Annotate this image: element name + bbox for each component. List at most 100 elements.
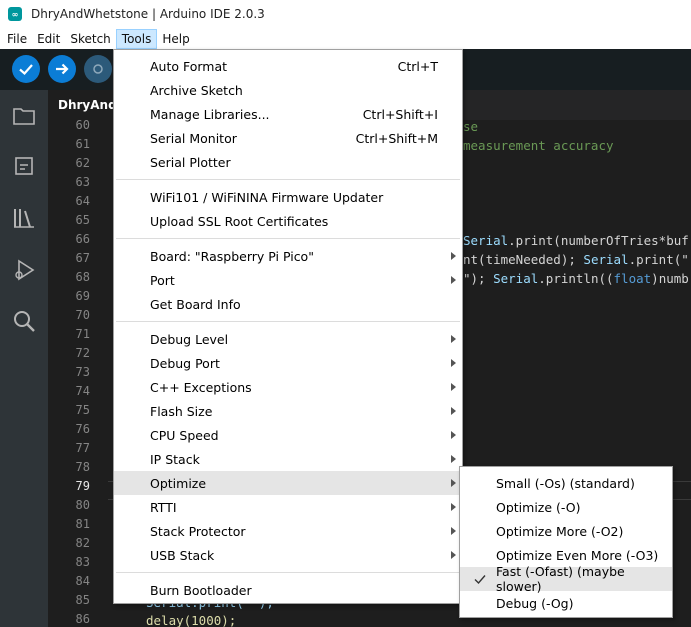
menu-item-label: Optimize More (-O2) bbox=[496, 523, 624, 539]
line-number-gutter: 60 61 62 63 64 65 66 67 68 69 70 71 72 73 74 75 76 77 78 79… bbox=[48, 118, 108, 627]
menu-separator bbox=[116, 572, 460, 573]
menu-file[interactable]: File bbox=[2, 29, 32, 49]
menu-item-label: CPU Speed bbox=[150, 427, 219, 443]
menu-item-auto-format[interactable]: Auto Format Ctrl+T bbox=[114, 54, 462, 78]
submenu-arrow-icon bbox=[451, 252, 456, 260]
debug-panel-icon[interactable] bbox=[10, 256, 38, 284]
menu-item-serial-plotter[interactable]: Serial Plotter bbox=[114, 150, 462, 174]
menu-separator bbox=[116, 321, 460, 322]
line-number: 67 bbox=[75, 251, 90, 265]
line-number: 68 bbox=[75, 270, 90, 284]
line-number: 64 bbox=[75, 194, 90, 208]
menu-item-label: Burn Bootloader bbox=[150, 582, 252, 598]
optimize-option-small-os-standard[interactable]: Small (-Os) (standard) bbox=[460, 471, 672, 495]
menu-item-label: Optimize bbox=[150, 475, 207, 491]
submenu-arrow-icon bbox=[451, 335, 456, 343]
menu-item-label: Flash Size bbox=[150, 403, 213, 419]
menu-item-label: Debug (-Og) bbox=[496, 595, 574, 611]
menu-item-label: Fast (-Ofast) (maybe slower) bbox=[496, 564, 625, 594]
code-line-66: Serial.print(numberOfTries*buf bbox=[463, 233, 689, 248]
menu-item-debug-level[interactable]: Debug Level bbox=[114, 327, 462, 351]
menu-item-wifi101-wifinina-firmware-updater[interactable]: WiFi101 / WiFiNINA Firmware Updater bbox=[114, 185, 462, 209]
line-number: 84 bbox=[75, 574, 90, 588]
window-title: DhryAndWhetstone | Arduino IDE 2.0.3 bbox=[31, 7, 265, 21]
menu-item-label: Debug Level bbox=[150, 331, 229, 347]
line-number: 69 bbox=[75, 289, 90, 303]
line-number: 80 bbox=[75, 498, 90, 512]
menu-tools[interactable]: Tools bbox=[115, 28, 158, 49]
menu-item-burn-bootloader[interactable]: Burn Bootloader bbox=[114, 578, 462, 602]
submenu-arrow-icon bbox=[451, 276, 456, 284]
submenu-arrow-icon bbox=[451, 431, 456, 439]
menu-item-label: USB Stack bbox=[150, 547, 215, 563]
debug-icon bbox=[93, 64, 103, 74]
menu-item-label: C++ Exceptions bbox=[150, 379, 252, 395]
optimize-option-optimize-o[interactable]: Optimize (-O) bbox=[460, 495, 672, 519]
menu-item-optimize[interactable]: Optimize bbox=[114, 471, 462, 495]
library-manager-icon[interactable] bbox=[10, 204, 38, 232]
debug-button[interactable] bbox=[84, 55, 112, 83]
line-number: 70 bbox=[75, 308, 90, 322]
optimize-option-fast-ofast-maybe-slower[interactable]: Fast (-Ofast) (maybe slower) bbox=[460, 564, 672, 594]
line-number: 82 bbox=[75, 536, 90, 550]
menu-item-shortcut: Ctrl+Shift+I bbox=[362, 106, 438, 122]
menu-item-label: Serial Monitor bbox=[150, 130, 237, 146]
menu-item-label: Serial Plotter bbox=[150, 154, 231, 170]
verify-button[interactable] bbox=[12, 55, 40, 83]
menu-item-label: Small (-Os) (standard) bbox=[496, 475, 635, 491]
menu-item-stack-protector[interactable]: Stack Protector bbox=[114, 519, 462, 543]
optimize-option-debug-og[interactable]: Debug (-Og) bbox=[460, 591, 672, 615]
menu-item-get-board-info[interactable]: Get Board Info bbox=[114, 292, 462, 316]
menu-item-board-raspberry-pi-pico[interactable]: Board: "Raspberry Pi Pico" bbox=[114, 244, 462, 268]
menu-item-cpu-speed[interactable]: CPU Speed bbox=[114, 423, 462, 447]
line-number: 66 bbox=[75, 232, 90, 246]
menu-item-label: Optimize Even More (-O3) bbox=[496, 547, 659, 563]
line-number: 81 bbox=[75, 517, 90, 531]
code-line-68: "); Serial.println((float)numb bbox=[463, 271, 689, 286]
menu-item-ip-stack[interactable]: IP Stack bbox=[114, 447, 462, 471]
menu-item-upload-ssl-root-certificates[interactable]: Upload SSL Root Certificates bbox=[114, 209, 462, 233]
activity-bar bbox=[0, 90, 48, 627]
menu-edit[interactable]: Edit bbox=[32, 29, 65, 49]
sketchbook-folder-icon[interactable] bbox=[10, 102, 38, 130]
menu-item-rtti[interactable]: RTTI bbox=[114, 495, 462, 519]
menu-item-flash-size[interactable]: Flash Size bbox=[114, 399, 462, 423]
line-number: 78 bbox=[75, 460, 90, 474]
menu-item-serial-monitor[interactable]: Serial Monitor Ctrl+Shift+M bbox=[114, 126, 462, 150]
menu-item-usb-stack[interactable]: USB Stack bbox=[114, 543, 462, 567]
submenu-arrow-icon bbox=[451, 503, 456, 511]
menu-item-label: Get Board Info bbox=[150, 296, 241, 312]
arduino-logo-icon: ∞ bbox=[8, 7, 22, 21]
optimize-submenu: Small (-Os) (standard) Optimize (-O) Optim… bbox=[459, 466, 673, 618]
menu-item-c-exceptions[interactable]: C++ Exceptions bbox=[114, 375, 462, 399]
upload-button[interactable] bbox=[48, 55, 76, 83]
menu-separator bbox=[116, 238, 460, 239]
line-number: 61 bbox=[75, 137, 90, 151]
line-number: 76 bbox=[75, 422, 90, 436]
line-number: 72 bbox=[75, 346, 90, 360]
menu-sketch[interactable]: Sketch bbox=[65, 29, 115, 49]
menu-separator bbox=[116, 179, 460, 180]
boards-manager-icon[interactable] bbox=[10, 152, 38, 180]
title-bar: ∞ DhryAndWhetstone | Arduino IDE 2.0.3 bbox=[0, 0, 691, 28]
search-icon[interactable] bbox=[10, 307, 38, 335]
menu-item-archive-sketch[interactable]: Archive Sketch bbox=[114, 78, 462, 102]
submenu-arrow-icon bbox=[451, 455, 456, 463]
line-number: 73 bbox=[75, 365, 90, 379]
code-line-86: delay(1000); bbox=[146, 613, 237, 627]
menu-item-debug-port[interactable]: Debug Port bbox=[114, 351, 462, 375]
menu-item-manage-libraries[interactable]: Manage Libraries... Ctrl+Shift+I bbox=[114, 102, 462, 126]
line-number: 86 bbox=[75, 612, 90, 626]
optimize-option-optimize-more-o2[interactable]: Optimize More (-O2) bbox=[460, 519, 672, 543]
line-number: 85 bbox=[75, 593, 90, 607]
line-number: 83 bbox=[75, 555, 90, 569]
menu-help[interactable]: Help bbox=[157, 29, 194, 49]
menu-item-shortcut: Ctrl+Shift+M bbox=[355, 130, 438, 146]
menu-item-port[interactable]: Port bbox=[114, 268, 462, 292]
line-number: 77 bbox=[75, 441, 90, 455]
checkmark-icon bbox=[19, 64, 33, 76]
submenu-arrow-icon bbox=[451, 407, 456, 415]
menu-bar: File Edit Sketch Tools Help bbox=[0, 28, 691, 49]
submenu-arrow-icon bbox=[451, 551, 456, 559]
code-line-60: se bbox=[463, 119, 479, 134]
